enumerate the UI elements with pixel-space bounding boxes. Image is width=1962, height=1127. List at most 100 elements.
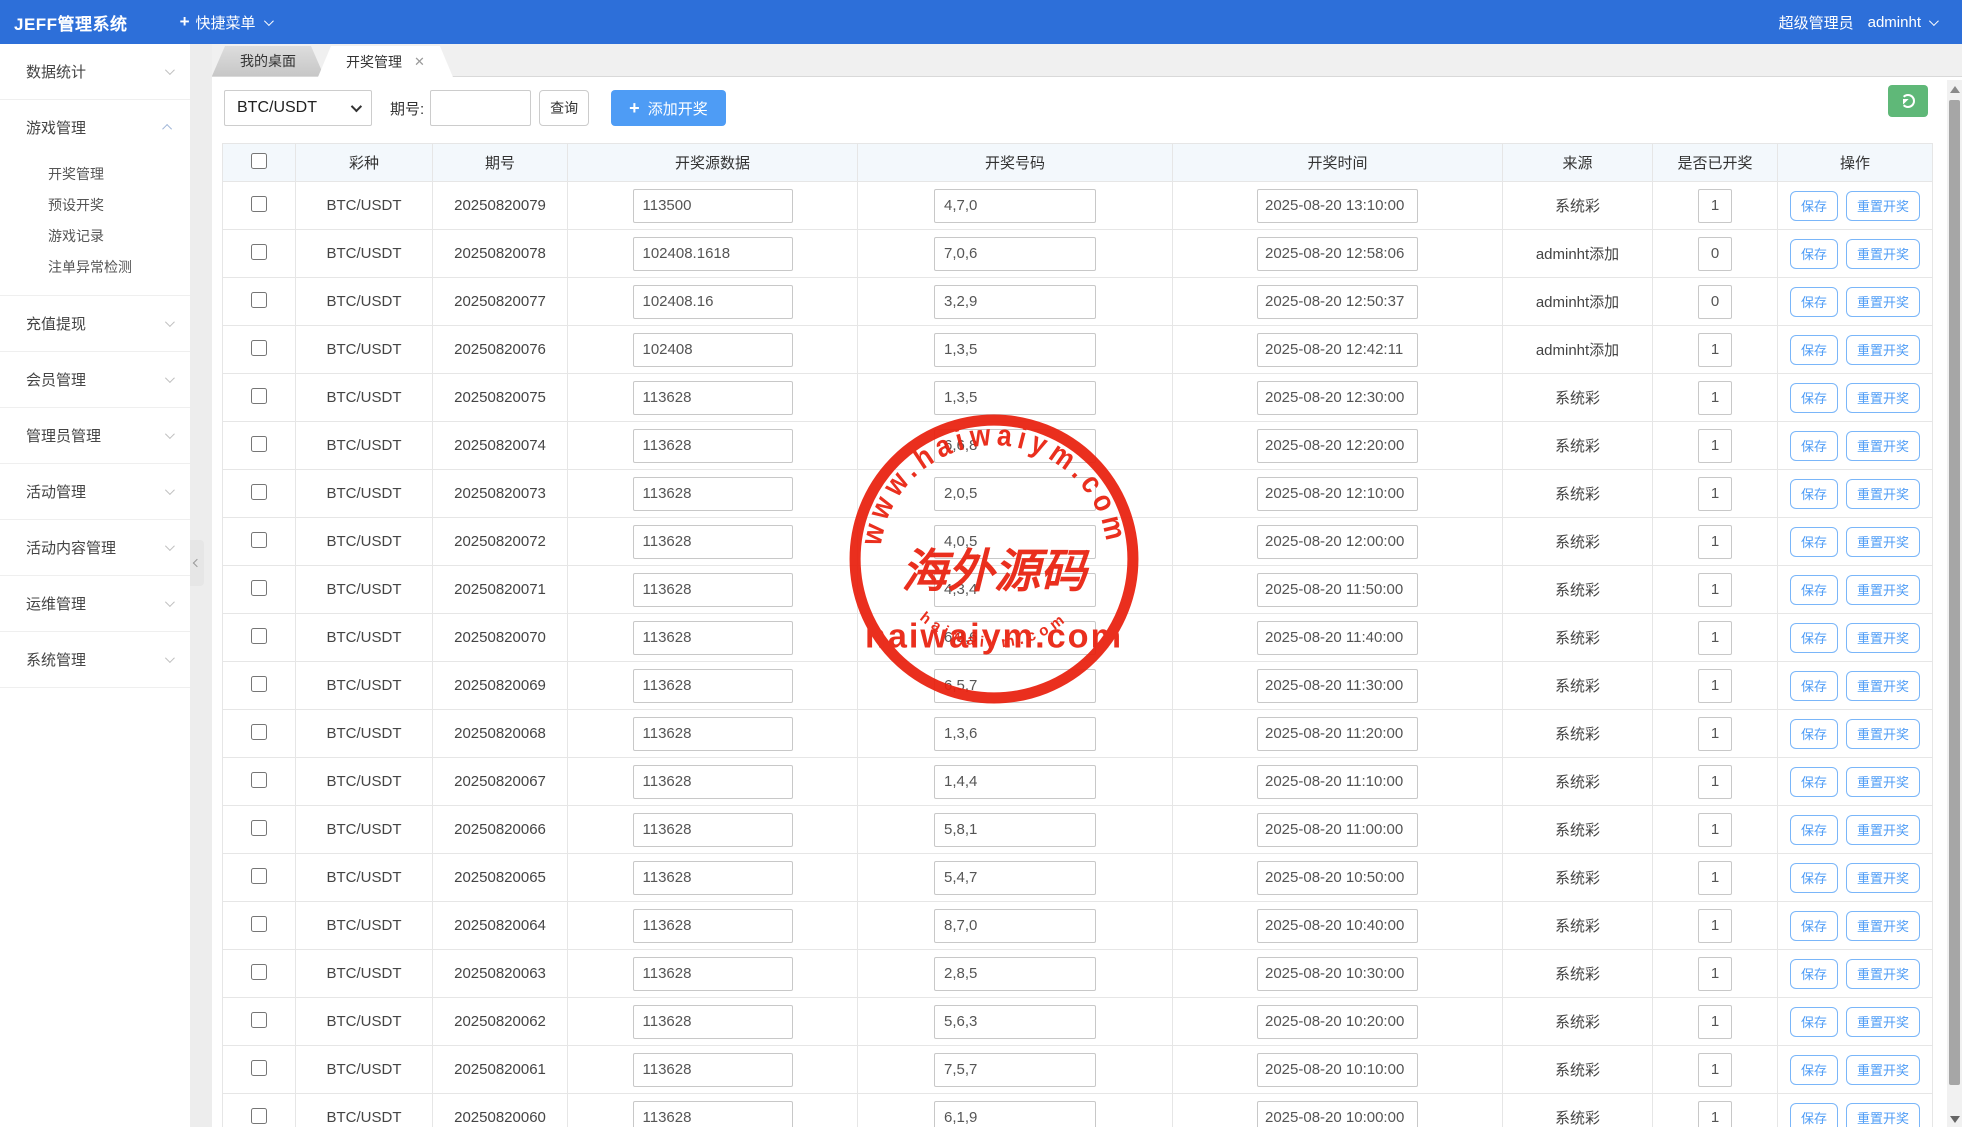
draw-time-input[interactable] bbox=[1257, 285, 1418, 319]
scrollbar-thumb[interactable] bbox=[1949, 100, 1960, 1085]
save-button[interactable]: 保存 bbox=[1790, 671, 1838, 701]
opened-flag-input[interactable] bbox=[1698, 621, 1732, 655]
draw-time-input[interactable] bbox=[1257, 237, 1418, 271]
opened-flag-input[interactable] bbox=[1698, 1053, 1732, 1087]
tab-close-icon[interactable]: ✕ bbox=[414, 47, 425, 77]
row-checkbox[interactable] bbox=[251, 436, 267, 452]
draw-time-input[interactable] bbox=[1257, 429, 1418, 463]
draw-time-input[interactable] bbox=[1257, 525, 1418, 559]
sidebar-section-toggle[interactable]: 管理员管理 bbox=[0, 408, 190, 463]
draw-numbers-input[interactable] bbox=[934, 813, 1096, 847]
draw-numbers-input[interactable] bbox=[934, 957, 1096, 991]
save-button[interactable]: 保存 bbox=[1790, 1007, 1838, 1037]
row-checkbox[interactable] bbox=[251, 1108, 267, 1124]
sidebar-subitem[interactable]: 预设开奖 bbox=[0, 190, 190, 221]
reset-draw-button[interactable]: 重置开奖 bbox=[1846, 239, 1920, 269]
draw-numbers-input[interactable] bbox=[934, 525, 1096, 559]
save-button[interactable]: 保存 bbox=[1790, 767, 1838, 797]
reset-draw-button[interactable]: 重置开奖 bbox=[1846, 383, 1920, 413]
draw-time-input[interactable] bbox=[1257, 1101, 1418, 1127]
save-button[interactable]: 保存 bbox=[1790, 959, 1838, 989]
draw-time-input[interactable] bbox=[1257, 765, 1418, 799]
draw-time-input[interactable] bbox=[1257, 861, 1418, 895]
save-button[interactable]: 保存 bbox=[1790, 479, 1838, 509]
reset-draw-button[interactable]: 重置开奖 bbox=[1846, 1007, 1920, 1037]
draw-time-input[interactable] bbox=[1257, 669, 1418, 703]
source-data-input[interactable] bbox=[633, 957, 793, 991]
source-data-input[interactable] bbox=[633, 477, 793, 511]
save-button[interactable]: 保存 bbox=[1790, 719, 1838, 749]
draw-time-input[interactable] bbox=[1257, 1053, 1418, 1087]
save-button[interactable]: 保存 bbox=[1790, 1055, 1838, 1085]
source-data-input[interactable] bbox=[633, 429, 793, 463]
row-checkbox[interactable] bbox=[251, 1012, 267, 1028]
opened-flag-input[interactable] bbox=[1698, 717, 1732, 751]
draw-time-input[interactable] bbox=[1257, 957, 1418, 991]
row-checkbox[interactable] bbox=[251, 1060, 267, 1076]
lottery-select[interactable]: BTC/USDT bbox=[224, 90, 372, 126]
issue-input[interactable] bbox=[430, 90, 531, 126]
opened-flag-input[interactable] bbox=[1698, 669, 1732, 703]
source-data-input[interactable] bbox=[633, 189, 793, 223]
scroll-up-arrow-icon[interactable] bbox=[1950, 86, 1960, 93]
source-data-input[interactable] bbox=[633, 765, 793, 799]
row-checkbox[interactable] bbox=[251, 292, 267, 308]
save-button[interactable]: 保存 bbox=[1790, 335, 1838, 365]
reset-draw-button[interactable]: 重置开奖 bbox=[1846, 335, 1920, 365]
row-checkbox[interactable] bbox=[251, 340, 267, 356]
draw-numbers-input[interactable] bbox=[934, 861, 1096, 895]
draw-numbers-input[interactable] bbox=[934, 429, 1096, 463]
save-button[interactable]: 保存 bbox=[1790, 191, 1838, 221]
reset-draw-button[interactable]: 重置开奖 bbox=[1846, 1055, 1920, 1085]
row-checkbox[interactable] bbox=[251, 244, 267, 260]
sidebar-section-toggle[interactable]: 游戏管理 bbox=[0, 100, 190, 155]
source-data-input[interactable] bbox=[633, 381, 793, 415]
draw-numbers-input[interactable] bbox=[934, 189, 1096, 223]
vertical-scrollbar[interactable] bbox=[1947, 80, 1962, 1127]
opened-flag-input[interactable] bbox=[1698, 333, 1732, 367]
quick-menu-button[interactable]: + 快捷菜单 bbox=[180, 12, 271, 33]
draw-time-input[interactable] bbox=[1257, 333, 1418, 367]
draw-numbers-input[interactable] bbox=[934, 237, 1096, 271]
source-data-input[interactable] bbox=[633, 1101, 793, 1127]
opened-flag-input[interactable] bbox=[1698, 861, 1732, 895]
row-checkbox[interactable] bbox=[251, 916, 267, 932]
source-data-input[interactable] bbox=[633, 1053, 793, 1087]
sidebar-section-toggle[interactable]: 运维管理 bbox=[0, 576, 190, 631]
reset-draw-button[interactable]: 重置开奖 bbox=[1846, 1103, 1920, 1127]
reset-draw-button[interactable]: 重置开奖 bbox=[1846, 719, 1920, 749]
select-all-checkbox[interactable] bbox=[251, 153, 267, 169]
reset-draw-button[interactable]: 重置开奖 bbox=[1846, 863, 1920, 893]
save-button[interactable]: 保存 bbox=[1790, 863, 1838, 893]
sidebar-section-toggle[interactable]: 活动内容管理 bbox=[0, 520, 190, 575]
draw-time-input[interactable] bbox=[1257, 189, 1418, 223]
reset-draw-button[interactable]: 重置开奖 bbox=[1846, 479, 1920, 509]
reset-draw-button[interactable]: 重置开奖 bbox=[1846, 431, 1920, 461]
source-data-input[interactable] bbox=[633, 909, 793, 943]
sidebar-section-toggle[interactable]: 数据统计 bbox=[0, 44, 190, 99]
draw-numbers-input[interactable] bbox=[934, 381, 1096, 415]
reset-draw-button[interactable]: 重置开奖 bbox=[1846, 191, 1920, 221]
opened-flag-input[interactable] bbox=[1698, 957, 1732, 991]
save-button[interactable]: 保存 bbox=[1790, 575, 1838, 605]
row-checkbox[interactable] bbox=[251, 964, 267, 980]
sidebar-section-toggle[interactable]: 系统管理 bbox=[0, 632, 190, 687]
source-data-input[interactable] bbox=[633, 621, 793, 655]
draw-numbers-input[interactable] bbox=[934, 669, 1096, 703]
opened-flag-input[interactable] bbox=[1698, 429, 1732, 463]
opened-flag-input[interactable] bbox=[1698, 189, 1732, 223]
reset-draw-button[interactable]: 重置开奖 bbox=[1846, 527, 1920, 557]
draw-numbers-input[interactable] bbox=[934, 477, 1096, 511]
sidebar-section-toggle[interactable]: 会员管理 bbox=[0, 352, 190, 407]
opened-flag-input[interactable] bbox=[1698, 525, 1732, 559]
save-button[interactable]: 保存 bbox=[1790, 239, 1838, 269]
query-button[interactable]: 查询 bbox=[539, 90, 589, 126]
reset-draw-button[interactable]: 重置开奖 bbox=[1846, 767, 1920, 797]
draw-numbers-input[interactable] bbox=[934, 285, 1096, 319]
row-checkbox[interactable] bbox=[251, 676, 267, 692]
reset-draw-button[interactable]: 重置开奖 bbox=[1846, 575, 1920, 605]
source-data-input[interactable] bbox=[633, 525, 793, 559]
draw-time-input[interactable] bbox=[1257, 573, 1418, 607]
source-data-input[interactable] bbox=[633, 861, 793, 895]
row-checkbox[interactable] bbox=[251, 196, 267, 212]
